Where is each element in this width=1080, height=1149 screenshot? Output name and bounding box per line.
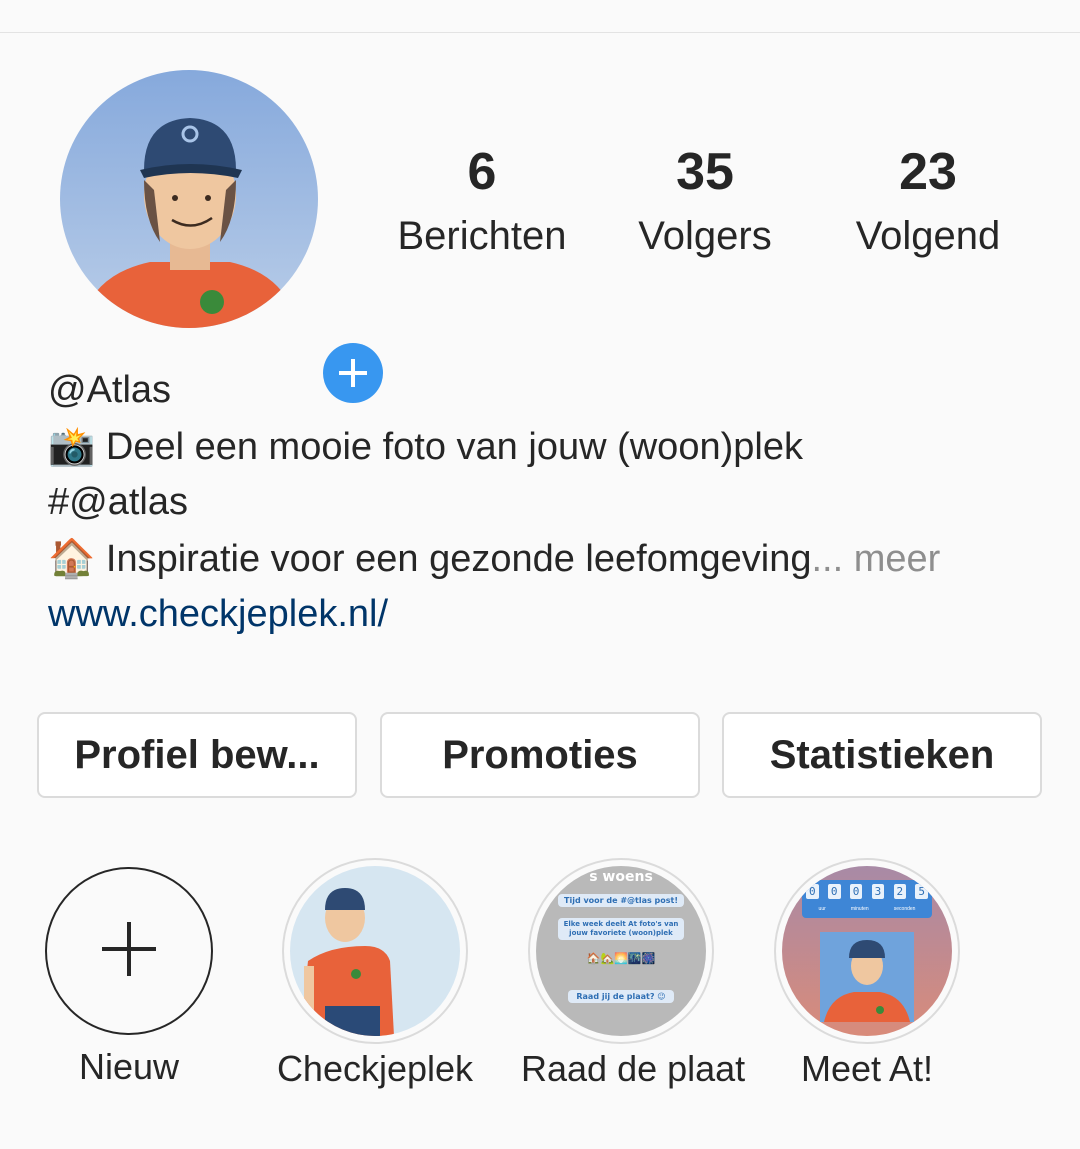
stat-followers-count: 35 <box>676 143 734 201</box>
bio-ellipsis: ... <box>811 538 844 580</box>
highlight-meet-at[interactable]: 0 0 0 3 2 5 uur minuten seconden Meet At… <box>767 858 967 1092</box>
raad-top-text: s woens <box>589 869 653 885</box>
stat-posts[interactable]: 6 Berichten <box>372 140 592 264</box>
new-highlight-circle[interactable] <box>45 867 213 1035</box>
profile-bio: @Atlas 📸 Deel een mooie foto van jouw (w… <box>48 362 1048 642</box>
highlight-ring[interactable]: s woens Tijd voor de #@tlas post! Elke w… <box>528 858 714 1044</box>
house-icon: 🏠 <box>48 536 96 580</box>
bio-line-1-text: Deel een mooie foto van jouw (woon)plek <box>95 426 803 468</box>
highlight-checkjeplek[interactable]: Checkjeplek <box>275 858 475 1092</box>
bio-hashtag[interactable]: #@atlas <box>48 474 1048 530</box>
stat-following-count: 23 <box>899 143 957 201</box>
insights-button[interactable]: Statistieken <box>722 712 1042 798</box>
highlight-meet-at-label: Meet At! <box>800 1048 934 1089</box>
bio-more-link[interactable]: meer <box>843 538 941 580</box>
highlight-ring[interactable]: 0 0 0 3 2 5 uur minuten seconden <box>774 858 960 1044</box>
top-divider <box>0 32 1080 33</box>
stat-following[interactable]: 23 Volgend <box>818 140 1038 264</box>
stat-following-label: Volgend <box>855 214 1001 258</box>
camera-flash-icon: 📸 <box>48 424 96 468</box>
raad-line-3: Raad jij de plaat? 😉 <box>568 990 674 1003</box>
highlight-checkjeplek-thumbnail <box>290 866 460 1036</box>
stat-followers[interactable]: 35 Volgers <box>595 140 815 264</box>
stat-posts-label: Berichten <box>397 214 567 258</box>
avatar[interactable] <box>60 70 318 328</box>
highlight-ring[interactable] <box>282 858 468 1044</box>
meet-at-portrait <box>820 932 914 1022</box>
highlight-meet-at-thumbnail: 0 0 0 3 2 5 uur minuten seconden <box>782 866 952 1036</box>
raad-emoji-row: 🏠🏡🌅🌃🎆 <box>586 952 656 965</box>
bio-username: @Atlas <box>48 369 172 411</box>
highlight-new-label: Nieuw <box>78 1046 180 1087</box>
bio-line-1: 📸 Deel een mooie foto van jouw (woon)ple… <box>48 418 1048 474</box>
profile-avatar-container[interactable] <box>60 70 388 408</box>
highlight-checkjeplek-label: Checkjeplek <box>276 1048 474 1089</box>
raad-line-2: Elke week deelt At foto's van jouw favor… <box>558 918 684 940</box>
highlight-raad-de-plaat-thumbnail: s woens Tijd voor de #@tlas post! Elke w… <box>536 866 706 1036</box>
bio-line-3: 🏠 Inspiratie voor een gezonde leefomgevi… <box>48 530 1048 586</box>
plus-icon <box>99 919 159 984</box>
edit-profile-button[interactable]: Profiel bew... <box>37 712 357 798</box>
bio-website-link[interactable]: www.checkjeplek.nl/ <box>48 586 1048 642</box>
promotions-button[interactable]: Promoties <box>380 712 700 798</box>
highlight-raad-de-plaat-label: Raad de plaat <box>521 1048 746 1089</box>
stat-followers-label: Volgers <box>638 214 772 258</box>
highlight-raad-de-plaat[interactable]: s woens Tijd voor de #@tlas post! Elke w… <box>521 858 746 1092</box>
stat-posts-count: 6 <box>467 143 497 201</box>
raad-line-1: Tijd voor de #@tlas post! <box>558 894 684 907</box>
bio-line-3-text: Inspiratie voor een gezonde leefomgeving <box>95 538 812 580</box>
highlight-new[interactable]: Nieuw <box>29 858 229 1090</box>
